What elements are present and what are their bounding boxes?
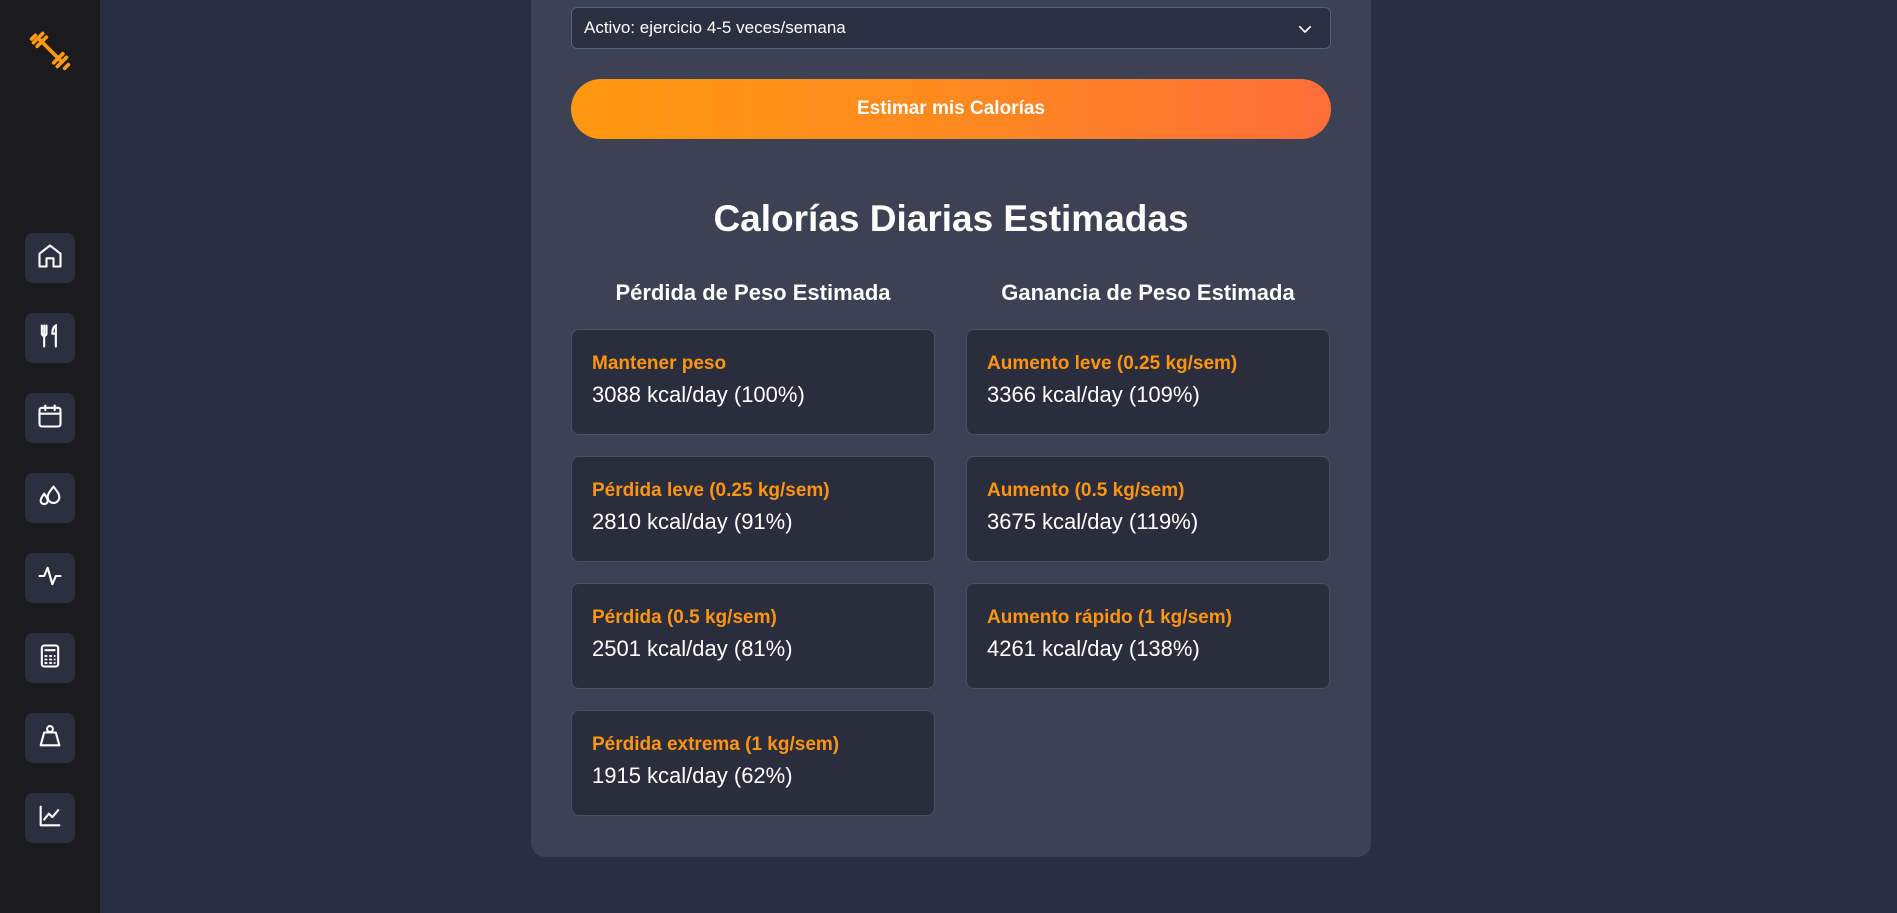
activity-level-select[interactable]: Activo: ejercicio 4-5 veces/semana xyxy=(571,7,1331,49)
result-value: 2501 kcal/day (81%) xyxy=(592,636,793,661)
result-label: Pérdida leve (0.25 kg/sem) xyxy=(592,480,830,501)
result-label: Aumento leve (0.25 kg/sem) xyxy=(987,353,1238,374)
chart-line-icon xyxy=(36,802,64,835)
utensils-icon xyxy=(36,322,64,355)
result-card: Pérdida leve (0.25 kg/sem) 2810 kcal/day… xyxy=(571,456,935,562)
result-value: 2810 kcal/day (91%) xyxy=(592,509,793,534)
nav-home-button[interactable] xyxy=(25,233,75,283)
nav-progress-button[interactable] xyxy=(25,793,75,843)
result-label: Aumento rápido (1 kg/sem) xyxy=(987,607,1232,628)
nav-water-button[interactable] xyxy=(25,473,75,523)
nav-weight-button[interactable] xyxy=(25,713,75,763)
activity-icon xyxy=(36,562,64,595)
nav-meals-button[interactable] xyxy=(25,313,75,363)
result-label: Pérdida (0.5 kg/sem) xyxy=(592,607,777,628)
weight-icon xyxy=(36,722,64,755)
result-label: Pérdida extrema (1 kg/sem) xyxy=(592,734,840,755)
result-value: 3675 kcal/day (119%) xyxy=(987,509,1199,534)
home-icon xyxy=(36,242,64,275)
results-title: Calorías Diarias Estimadas xyxy=(713,198,1189,239)
dumbbell-icon[interactable] xyxy=(26,26,74,74)
droplets-icon xyxy=(36,482,64,515)
nav-activity-button[interactable] xyxy=(25,553,75,603)
result-label: Mantener peso xyxy=(592,353,727,374)
sidebar xyxy=(0,0,100,913)
nav-calculator-button[interactable] xyxy=(25,633,75,683)
result-value: 1915 kcal/day (62%) xyxy=(592,763,793,788)
calendar-icon xyxy=(36,402,64,435)
result-card: Aumento rápido (1 kg/sem) 4261 kcal/day … xyxy=(966,583,1330,689)
result-value: 3366 kcal/day (109%) xyxy=(987,382,1200,407)
result-value: 3088 kcal/day (100%) xyxy=(592,382,805,407)
estimate-calories-button[interactable]: Estimar mis Calorías xyxy=(571,79,1331,139)
activity-level-value: Activo: ejercicio 4-5 veces/semana xyxy=(584,18,846,37)
result-card: Aumento (0.5 kg/sem) 3675 kcal/day (119%… xyxy=(966,456,1330,562)
result-card: Aumento leve (0.25 kg/sem) 3366 kcal/day… xyxy=(966,329,1330,435)
nav-calendar-button[interactable] xyxy=(25,393,75,443)
result-label: Aumento (0.5 kg/sem) xyxy=(987,480,1185,501)
weight-loss-title: Pérdida de Peso Estimada xyxy=(615,280,891,305)
result-card: Pérdida (0.5 kg/sem) 2501 kcal/day (81%) xyxy=(571,583,935,689)
result-value: 4261 kcal/day (138%) xyxy=(987,636,1200,661)
weight-gain-title: Ganancia de Peso Estimada xyxy=(1001,280,1295,305)
result-card: Pérdida extrema (1 kg/sem) 1915 kcal/day… xyxy=(571,710,935,816)
calculator-icon xyxy=(36,642,64,675)
result-card: Mantener peso 3088 kcal/day (100%) xyxy=(571,329,935,435)
chevron-down-icon xyxy=(1296,20,1314,38)
